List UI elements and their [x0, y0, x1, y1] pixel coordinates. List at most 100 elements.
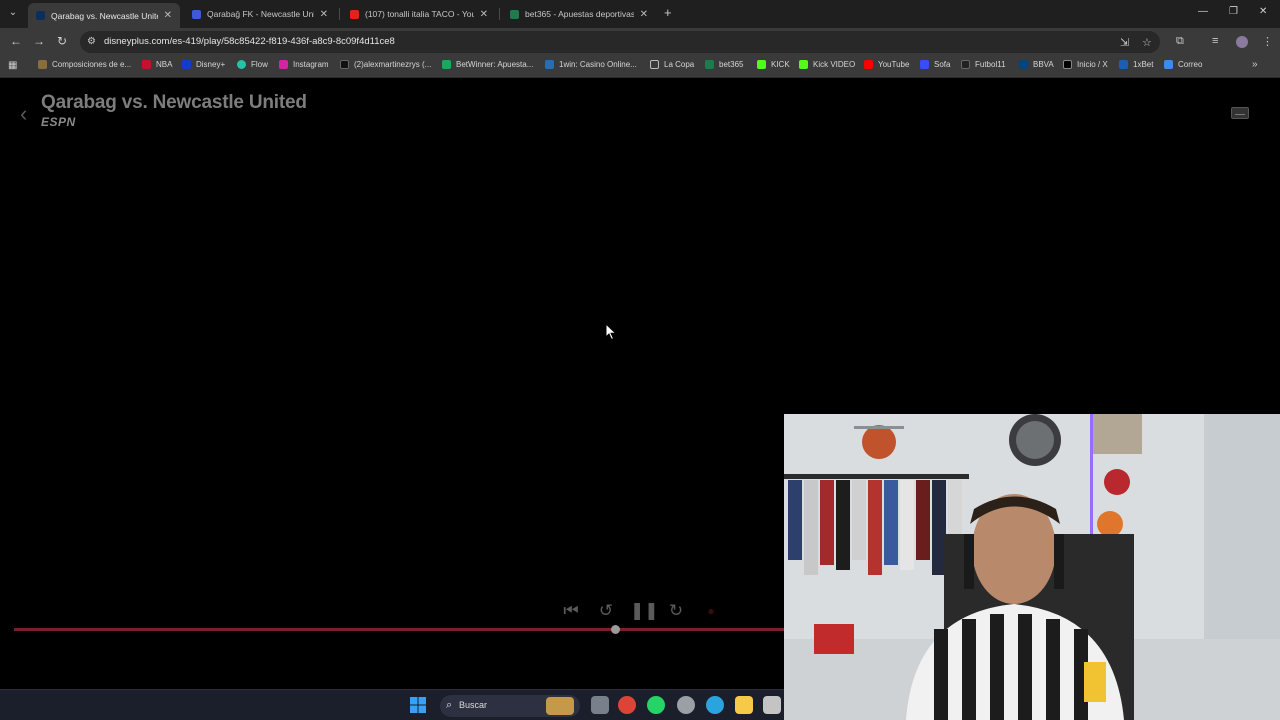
- apps-grid-icon[interactable]: ▦: [8, 60, 17, 71]
- bookmark-item[interactable]: KICK: [757, 60, 790, 69]
- bookmark-item[interactable]: Flow: [237, 60, 268, 69]
- browser-tab[interactable]: Qarabağ FK - Newcastle United ✕: [184, 2, 336, 26]
- channel-logo: ESPN: [41, 115, 76, 129]
- bookmark-favicon-icon: [961, 60, 970, 69]
- bookmark-favicon-icon: [757, 60, 766, 69]
- site-info-icon[interactable]: ⚙: [87, 36, 96, 47]
- bookmark-favicon-icon: [340, 60, 349, 69]
- windows-start-icon[interactable]: [410, 697, 426, 713]
- install-app-icon[interactable]: ⇲: [1120, 36, 1129, 49]
- tab-favicon-icon: [350, 9, 359, 19]
- bookmark-item[interactable]: 1win: Casino Online...: [545, 60, 637, 69]
- bookmarks-bar: ▦ Composiciones de e... NBA Disney+ Flow…: [0, 56, 1280, 78]
- whatsapp-icon[interactable]: [647, 696, 665, 714]
- bookmark-item[interactable]: Instagram: [279, 60, 329, 69]
- browser-tab[interactable]: Qarabag vs. Newcastle United | ✕: [28, 3, 180, 28]
- tab-title: (107) tonalli italia TACO - YouTu: [365, 9, 474, 19]
- bookmark-label: YouTube: [878, 60, 910, 69]
- close-icon[interactable]: ✕: [320, 9, 328, 20]
- bookmark-label: BetWinner: Apuesta...: [456, 60, 534, 69]
- menu-icon[interactable]: ⋮: [1262, 35, 1273, 48]
- bookmark-folder[interactable]: La Copa: [650, 60, 694, 69]
- window-close-icon[interactable]: ✕: [1259, 6, 1267, 17]
- bookmark-item[interactable]: (2)alexmartinezrys (...: [340, 60, 431, 69]
- address-bar[interactable]: ⚙ disneyplus.com/es-419/play/58c85422-f8…: [80, 31, 1160, 53]
- tab-divider: [339, 8, 340, 20]
- progress-scrubber[interactable]: [610, 625, 620, 634]
- minimize-icon[interactable]: —: [1198, 6, 1208, 17]
- bookmark-star-icon[interactable]: ☆: [1142, 36, 1152, 49]
- browser-tab-strip: ⌄ Qarabag vs. Newcastle United | ✕ Qarab…: [0, 0, 1280, 28]
- bookmark-item[interactable]: Disney+: [182, 60, 225, 69]
- os-taskbar: ⌕ Buscar: [0, 689, 784, 720]
- bookmark-label: NBA: [156, 60, 173, 69]
- skip-to-start-icon[interactable]: ⏮: [560, 601, 582, 621]
- bookmark-item[interactable]: bet365: [705, 60, 743, 69]
- bookmark-favicon-icon: [545, 60, 554, 69]
- reload-icon[interactable]: ↻: [57, 34, 67, 48]
- bookmark-label: Disney+: [196, 60, 226, 69]
- more-bookmarks-icon[interactable]: »: [1252, 59, 1258, 70]
- bookmark-item[interactable]: Futbol11: [961, 60, 1006, 69]
- close-icon[interactable]: ✕: [480, 9, 488, 20]
- bookmark-item[interactable]: Inicio / X: [1063, 60, 1108, 69]
- bookmark-item[interactable]: Composiciones de e...: [38, 60, 131, 69]
- search-icon: ⌕: [446, 699, 453, 711]
- restore-icon[interactable]: ❐: [1229, 6, 1238, 17]
- extensions-icon[interactable]: ⧉: [1176, 35, 1184, 48]
- bookmark-item[interactable]: BBVA: [1019, 60, 1054, 69]
- bookmark-item[interactable]: YouTube: [864, 60, 909, 69]
- browser-tab[interactable]: bet365 - Apuestas deportivas e ✕: [502, 2, 656, 26]
- bookmark-label: Kick VIDEO: [813, 60, 856, 69]
- tab-favicon-icon: [510, 9, 519, 19]
- bookmark-label: Composiciones de e...: [52, 60, 132, 69]
- bookmark-item[interactable]: Correo: [1164, 60, 1202, 69]
- pause-icon[interactable]: ❚❚: [630, 601, 659, 621]
- chrome-icon[interactable]: [618, 696, 636, 714]
- profile-avatar[interactable]: [1236, 36, 1248, 48]
- forward-icon[interactable]: →: [33, 34, 45, 48]
- bookmark-item[interactable]: Kick VIDEO: [799, 60, 855, 69]
- app-icon[interactable]: [763, 696, 781, 714]
- progress-bar[interactable]: [14, 625, 784, 634]
- subtitles-icon[interactable]: [1231, 107, 1249, 119]
- player-title: Qarabag vs. Newcastle United: [41, 92, 307, 113]
- live-indicator-icon[interactable]: ●: [700, 604, 722, 618]
- bookmark-label: KICK: [771, 60, 790, 69]
- tab-divider: [499, 8, 500, 20]
- bookmark-item[interactable]: NBA: [142, 60, 172, 69]
- bookmark-label: Futbol11: [975, 60, 1006, 69]
- back-arrow-icon[interactable]: ‹: [20, 101, 27, 127]
- bookmark-item[interactable]: 1xBet: [1119, 60, 1153, 69]
- new-tab-icon[interactable]: +: [664, 5, 672, 20]
- rewind-10-icon[interactable]: ↺: [595, 601, 617, 621]
- media-controls-icon[interactable]: ≡: [1212, 35, 1218, 47]
- bookmark-favicon-icon: [442, 60, 451, 69]
- tab-favicon-icon: [192, 9, 201, 19]
- search-highlight-icon: [546, 697, 574, 715]
- close-icon[interactable]: ✕: [164, 10, 172, 21]
- bookmark-favicon-icon: [864, 60, 873, 69]
- tab-search-icon[interactable]: ⌄: [4, 4, 22, 22]
- browser-toolbar: ← → ↻ ⚙ disneyplus.com/es-419/play/58c85…: [0, 28, 1280, 56]
- bookmark-favicon-icon: [1119, 60, 1128, 69]
- app-icon[interactable]: [677, 696, 695, 714]
- bookmark-favicon-icon: [142, 60, 151, 69]
- forward-10-icon[interactable]: ↻: [665, 601, 687, 621]
- task-view-icon[interactable]: [591, 696, 609, 714]
- back-icon[interactable]: ←: [10, 34, 22, 48]
- bookmark-label: 1xBet: [1133, 60, 1154, 69]
- bookmark-item[interactable]: Sofa: [920, 60, 950, 69]
- folder-icon[interactable]: [735, 696, 753, 714]
- telegram-icon[interactable]: [706, 696, 724, 714]
- bookmark-favicon-icon: [1164, 60, 1173, 69]
- bookmark-favicon-icon: [279, 60, 288, 69]
- playback-controls: ⏮ ↺ ❚❚ ↻ ●: [560, 599, 722, 623]
- close-icon[interactable]: ✕: [640, 9, 648, 20]
- bookmark-favicon-icon: [705, 60, 714, 69]
- browser-tab[interactable]: (107) tonalli italia TACO - YouTu ✕: [342, 2, 496, 26]
- taskbar-search-box[interactable]: ⌕ Buscar: [440, 695, 580, 717]
- tab-title: Qarabag vs. Newcastle United |: [51, 10, 158, 21]
- url-text[interactable]: disneyplus.com/es-419/play/58c85422-f819…: [104, 36, 395, 47]
- bookmark-item[interactable]: BetWinner: Apuesta...: [442, 60, 533, 69]
